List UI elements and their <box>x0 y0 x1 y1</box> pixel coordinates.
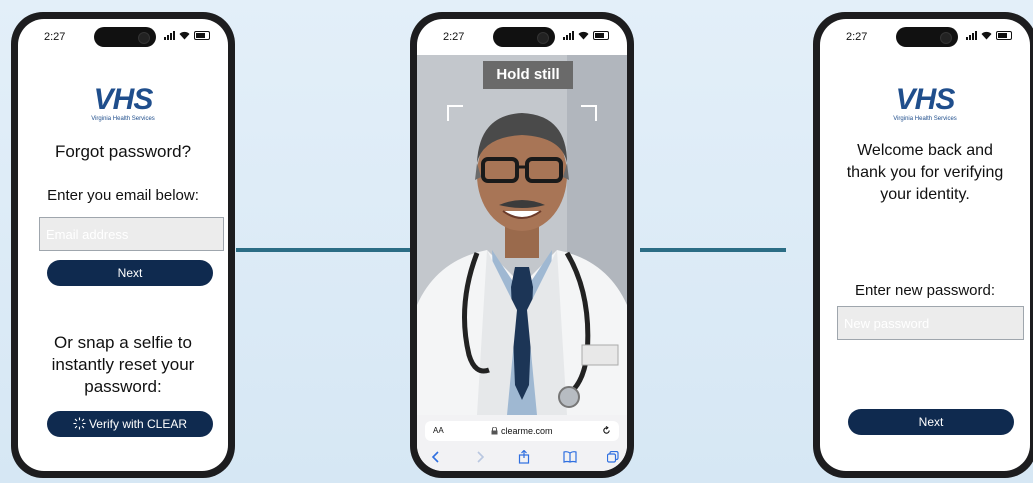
connector-line-1 <box>236 248 412 252</box>
status-icons <box>966 31 1012 40</box>
share-icon[interactable] <box>518 450 530 464</box>
frame-corner-tr <box>581 105 597 121</box>
reload-icon[interactable] <box>602 426 611 435</box>
phone-screen: 2:27 VHS Virginia Health Services Welcom… <box>820 19 1030 471</box>
page-title: Forgot password? <box>54 142 192 161</box>
battery-icon <box>593 31 609 40</box>
status-time: 2:27 <box>846 31 868 43</box>
email-prompt: Enter you email below: <box>47 187 199 204</box>
signal-icon <box>164 31 175 40</box>
logo-subtitle: Virginia Health Services <box>893 116 957 122</box>
next-button[interactable]: Next <box>848 409 1014 435</box>
battery-icon <box>194 31 210 40</box>
phone-selfie-verification: 2:27 Hold still AA clearme.com <box>410 12 634 478</box>
bookmarks-icon[interactable] <box>563 451 577 463</box>
status-bar: 2:27 <box>18 19 228 53</box>
vhs-logo: VHS Virginia Health Services <box>18 83 228 123</box>
signal-icon <box>966 31 977 40</box>
browser-nav <box>417 449 627 465</box>
wifi-icon <box>179 31 190 40</box>
tabs-icon[interactable] <box>607 451 619 463</box>
hold-still-banner: Hold still <box>483 61 573 89</box>
status-time: 2:27 <box>44 31 66 43</box>
wifi-icon <box>578 31 589 40</box>
url-text: clearme.com <box>501 426 553 436</box>
status-icons <box>563 31 609 40</box>
logo-wordmark: VHS <box>93 83 154 116</box>
lock-icon <box>491 426 498 435</box>
logo-subtitle: Virginia Health Services <box>91 116 155 122</box>
next-button[interactable]: Next <box>47 260 213 286</box>
sparkle-ring-icon <box>73 417 86 430</box>
frame-corner-tl <box>447 105 463 121</box>
dynamic-island <box>94 27 156 47</box>
browser-toolbar: AA clearme.com <box>417 415 627 471</box>
selfie-camera-view: Hold still <box>417 55 627 415</box>
url-bar[interactable]: AA clearme.com <box>425 421 619 441</box>
email-field[interactable] <box>39 217 224 251</box>
phone-screen: 2:27 Hold still AA clearme.com <box>417 19 627 471</box>
phone-reset-password: 2:27 VHS Virginia Health Services Welcom… <box>813 12 1033 478</box>
phone-forgot-password: 2:27 VHS Virginia Health Services Forgot… <box>11 12 235 478</box>
back-icon[interactable] <box>431 451 441 463</box>
phone-screen: 2:27 VHS Virginia Health Services Forgot… <box>18 19 228 471</box>
status-time: 2:27 <box>443 31 465 43</box>
signal-icon <box>563 31 574 40</box>
status-icons <box>164 31 210 40</box>
new-password-prompt: Enter new password: <box>854 282 996 299</box>
dynamic-island <box>896 27 958 47</box>
vhs-logo: VHS Virginia Health Services <box>820 83 1030 123</box>
status-bar: 2:27 <box>820 19 1030 53</box>
logo-wordmark: VHS <box>895 83 956 116</box>
battery-icon <box>996 31 1012 40</box>
connector-line-2 <box>640 248 786 252</box>
new-password-field[interactable] <box>837 306 1024 340</box>
dynamic-island <box>493 27 555 47</box>
verify-with-clear-button[interactable]: Verify with CLEAR <box>47 411 213 437</box>
status-bar: 2:27 <box>417 19 627 53</box>
wifi-icon <box>981 31 992 40</box>
welcome-message: Welcome back and thank you for verifying… <box>846 142 1004 203</box>
verify-with-clear-label: Verify with CLEAR <box>88 417 188 431</box>
selfie-prompt: Or snap a selfie to instantly reset your… <box>51 333 195 396</box>
forward-icon[interactable] <box>475 451 485 463</box>
